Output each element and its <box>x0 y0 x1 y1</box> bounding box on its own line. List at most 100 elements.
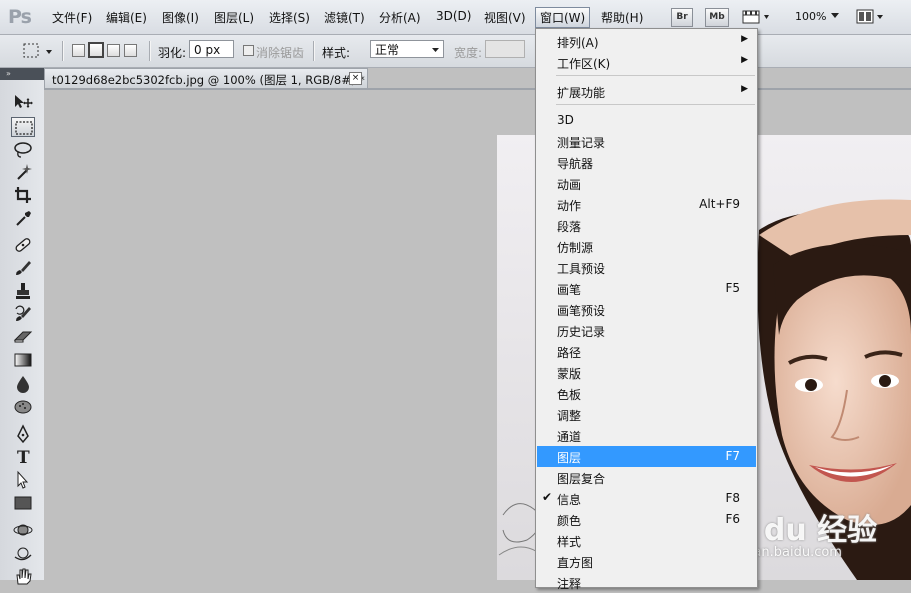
3d-rotate-tool-icon[interactable] <box>11 520 35 540</box>
tools-panel-collapse[interactable]: » <box>0 68 44 80</box>
menu-window[interactable]: 窗口(W) <box>535 7 591 28</box>
healing-brush-tool-icon[interactable] <box>11 235 35 255</box>
window-menu-item[interactable]: 3D <box>537 110 756 131</box>
antialias-checkbox[interactable] <box>243 45 254 56</box>
window-menu-item-label: 工作区(K) <box>557 57 611 71</box>
window-menu-item[interactable]: 色板 <box>537 383 756 404</box>
mini-bridge-button[interactable]: Mb <box>705 8 729 27</box>
window-menu-item[interactable]: 画笔预设 <box>537 299 756 320</box>
menu-select[interactable]: 选择(S) <box>269 9 310 26</box>
menu-view[interactable]: 视图(V) <box>484 9 526 26</box>
menu-bar: Ps 文件(F) 编辑(E) 图像(I) 图层(L) 选择(S) 滤镜(T) 分… <box>0 0 911 35</box>
window-menu-item[interactable]: 图层复合 <box>537 467 756 488</box>
window-menu-item-label: 样式 <box>557 535 582 549</box>
rectangle-shape-tool-icon[interactable] <box>11 493 35 513</box>
window-menu-item-label: 仿制源 <box>557 241 594 255</box>
feather-label: 羽化: <box>158 46 187 60</box>
window-menu-item-label: 色板 <box>557 388 582 402</box>
window-menu-item-label: 扩展功能 <box>557 86 606 100</box>
window-menu-item[interactable]: 导航器 <box>537 152 756 173</box>
menu-analysis[interactable]: 分析(A) <box>379 9 421 26</box>
window-menu-item[interactable]: 画笔 F5 <box>537 278 756 299</box>
submenu-arrow-icon: ▶ <box>741 55 748 65</box>
type-tool-icon[interactable]: T <box>11 447 35 467</box>
menu-separator <box>556 75 755 76</box>
window-menu-item[interactable]: 蒙版 <box>537 362 756 383</box>
window-menu-item[interactable]: 仿制源 <box>537 236 756 257</box>
window-menu-item[interactable]: 调整 <box>537 404 756 425</box>
close-tab-button[interactable]: × <box>349 72 362 85</box>
tools-panel: » T <box>0 68 45 585</box>
3d-orbit-tool-icon[interactable] <box>11 543 35 563</box>
menu-file[interactable]: 文件(F) <box>52 9 92 26</box>
move-tool-icon[interactable] <box>11 92 35 112</box>
clone-stamp-tool-icon[interactable] <box>11 281 35 301</box>
crop-tool-icon[interactable] <box>11 185 35 205</box>
width-input[interactable] <box>485 40 525 58</box>
menu-3d[interactable]: 3D(D) <box>436 9 471 23</box>
feather-input[interactable]: 0 px <box>189 40 234 58</box>
style-label: 样式: <box>322 46 351 60</box>
hand-tool-icon[interactable] <box>11 566 35 586</box>
window-menu-item[interactable]: 图层 F7 <box>537 446 756 467</box>
magic-wand-tool-icon[interactable] <box>11 162 35 182</box>
blur-tool-icon[interactable] <box>11 374 35 394</box>
pen-tool-icon[interactable] <box>11 424 35 444</box>
window-menu-item[interactable]: 动画 <box>537 173 756 194</box>
window-menu-item[interactable]: 样式 <box>537 530 756 551</box>
window-menu-item[interactable]: 排列(A) ▶ <box>537 31 756 52</box>
window-menu-item[interactable]: ✔ 信息 F8 <box>537 488 756 509</box>
intersect-selection-icon[interactable] <box>124 44 137 57</box>
new-selection-icon[interactable] <box>72 44 85 57</box>
menu-image[interactable]: 图像(I) <box>162 9 199 26</box>
antialias-label: 消除锯齿 <box>256 46 305 60</box>
sponge-tool-icon[interactable] <box>11 397 35 417</box>
window-menu-item-label: 通道 <box>557 430 582 444</box>
menu-edit[interactable]: 编辑(E) <box>106 9 147 26</box>
zoom-level[interactable]: 100% <box>795 10 826 23</box>
menu-help[interactable]: 帮助(H) <box>601 9 643 26</box>
photoshop-logo: Ps <box>8 6 32 28</box>
document-tab[interactable]: t0129d68e2bc5302fcb.jpg @ 100% (图层 1, RG… <box>44 68 368 88</box>
window-menu-item[interactable]: 颜色 F6 <box>537 509 756 530</box>
window-menu-item[interactable]: 工具预设 <box>537 257 756 278</box>
menu-filter[interactable]: 滤镜(T) <box>324 9 365 26</box>
add-selection-icon[interactable] <box>88 42 104 58</box>
eyedropper-tool-icon[interactable] <box>11 208 35 228</box>
options-bar: 羽化: 0 px 消除锯齿 样式: 正常 宽度: <box>0 35 911 68</box>
window-menu-item-label: 工具预设 <box>557 262 606 276</box>
window-menu-item[interactable]: 动作 Alt+F9 <box>537 194 756 215</box>
rectangular-marquee-tool-icon[interactable] <box>11 117 35 137</box>
subtract-selection-icon[interactable] <box>107 44 120 57</box>
brush-tool-icon[interactable] <box>11 258 35 278</box>
history-brush-tool-icon[interactable] <box>11 304 35 324</box>
window-menu-item[interactable]: 直方图 <box>537 551 756 572</box>
window-menu-item[interactable]: 段落 <box>537 215 756 236</box>
window-menu-item[interactable]: 历史记录 <box>537 320 756 341</box>
window-menu-item[interactable]: 通道 <box>537 425 756 446</box>
eraser-tool-icon[interactable] <box>11 326 35 346</box>
window-menu-item[interactable]: 路径 <box>537 341 756 362</box>
submenu-arrow-icon: ▶ <box>741 84 748 94</box>
arrange-documents-icon[interactable] <box>856 8 886 29</box>
window-menu-dropdown: 排列(A) ▶ 工作区(K) ▶ 扩展功能 ▶ 3D 测量记录 导航器 动画 动作 Alt+F9 段落仿… <box>535 28 758 591</box>
bridge-button[interactable]: Br <box>671 8 693 27</box>
marquee-preset-icon[interactable] <box>22 42 54 63</box>
window-menu-item-label: 调整 <box>557 409 582 423</box>
gradient-tool-icon[interactable] <box>11 350 35 370</box>
window-menu-item-label: 导航器 <box>557 157 594 171</box>
style-select[interactable]: 正常 <box>370 40 444 58</box>
window-menu-item[interactable]: 工作区(K) ▶ <box>537 52 756 73</box>
window-menu-item[interactable]: 注释 <box>537 572 756 593</box>
window-menu-item-label: 动画 <box>557 178 582 192</box>
path-selection-tool-icon[interactable] <box>11 470 35 490</box>
window-menu-item[interactable]: 测量记录 <box>537 131 756 152</box>
window-menu-item-shortcut: F6 <box>725 512 740 526</box>
menu-layer[interactable]: 图层(L) <box>214 9 254 26</box>
view-extras-icon[interactable] <box>742 9 772 28</box>
zoom-dropdown-icon[interactable] <box>830 9 840 23</box>
window-menu-item-label: 排列(A) <box>557 36 599 50</box>
window-menu-item[interactable]: 扩展功能 ▶ <box>537 81 756 102</box>
lasso-tool-icon[interactable] <box>11 140 35 160</box>
window-menu-item-label: 3D <box>557 113 574 127</box>
